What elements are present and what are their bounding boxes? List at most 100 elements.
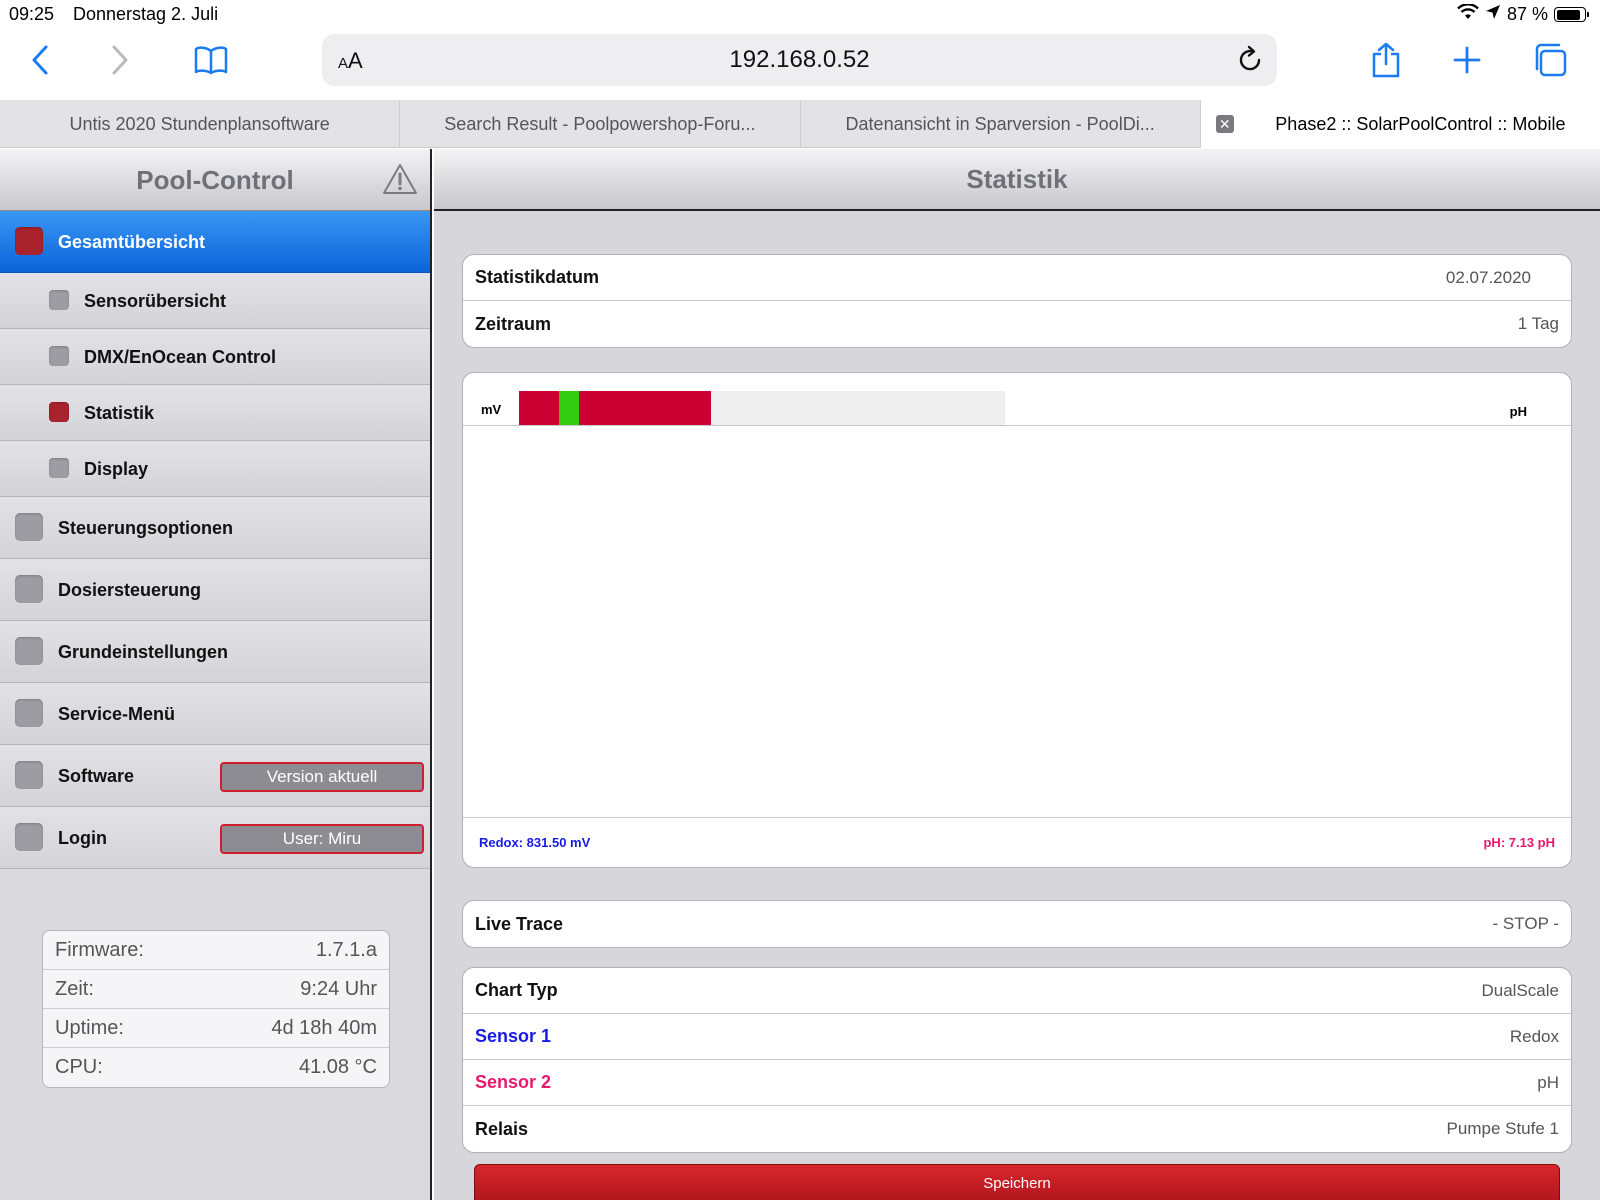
sidebar-item-label: Gesamtübersicht (58, 232, 206, 252)
sidebar-item-steuerungsoptionen[interactable]: Steuerungsoptionen (0, 497, 430, 559)
status-bar: 09:25 Donnerstag 2. Juli 87 % (0, 0, 1600, 28)
status-square-icon (15, 227, 43, 255)
sidebar-item-label: Dosiersteuerung (58, 580, 202, 600)
plus-icon (1453, 46, 1481, 74)
live-trace-group: Live Trace - STOP - (462, 900, 1572, 948)
tab-phase2-label: Phase2 :: SolarPoolControl :: Mobile (1275, 113, 1566, 134)
sidebar-item-dmx-enocean[interactable]: DMX/EnOcean Control (0, 329, 430, 385)
status-square-icon (15, 699, 43, 727)
tab-poolpowershop[interactable]: Search Result - Poolpowershop-Foru... (400, 100, 801, 148)
tab-close-icon[interactable]: ✕ (1215, 115, 1234, 133)
row-live-trace[interactable]: Live Trace - STOP - (463, 901, 1571, 947)
info-row-uptime: Uptime: 4d 18h 40m (43, 1009, 389, 1048)
row-sensor-1[interactable]: Sensor 1 Redox (463, 1014, 1571, 1060)
warning-button[interactable] (382, 163, 418, 195)
info-row-firmware: Firmware: 1.7.1.a (43, 931, 389, 970)
status-square-icon (49, 458, 69, 478)
row-relais[interactable]: Relais Pumpe Stufe 1 (463, 1106, 1571, 1152)
chevron-right-icon (112, 45, 128, 75)
timeline-segment-red (519, 391, 559, 425)
main-panel: Statistik Statistikdatum 02.07.2020 Zeit… (434, 149, 1600, 1200)
status-right: 87 % (1457, 3, 1589, 25)
sidebar-item-label: Display (84, 459, 149, 479)
row-statistikdatum[interactable]: Statistikdatum 02.07.2020 (463, 255, 1571, 301)
chevron-left-icon (32, 45, 48, 75)
page-title: Statistik (966, 164, 1068, 194)
status-square-icon (15, 513, 43, 541)
info-row-cpu: CPU: 41.08 °C (55, 1056, 377, 1078)
save-button[interactable]: Speichern (474, 1164, 1560, 1200)
battery-percent: 87 % (1506, 4, 1548, 24)
new-tab-button[interactable] (1447, 40, 1487, 80)
sidebar-header: Pool-Control (0, 149, 430, 211)
sidebar-item-service-menu[interactable]: Service-Menü (0, 683, 430, 745)
legend-redox: Redox: 831.50 mV (479, 835, 591, 850)
reload-button[interactable] (1235, 45, 1265, 75)
tab-datenansicht[interactable]: Datenansicht in Sparversion - PoolDi... (801, 100, 1201, 148)
book-icon (194, 46, 228, 75)
bookmarks-button[interactable] (191, 40, 231, 80)
reload-icon (1239, 45, 1261, 71)
sidebar-item-label: DMX/EnOcean Control (84, 347, 277, 367)
sidebar-item-gesamtuebersicht[interactable]: Gesamtübersicht (0, 211, 430, 273)
status-square-icon (15, 575, 43, 603)
status-time: 09:25 (9, 4, 55, 24)
status-timeline-bar (519, 391, 1005, 425)
system-info-box: Firmware: 1.7.1.a Zeit: 9:24 Uhr Uptime: 4d… (42, 930, 390, 1088)
chart-plot-area[interactable] (463, 426, 1571, 818)
legend-ph: pH: 7.13 pH (1483, 835, 1555, 850)
sidebar-item-software[interactable]: Software Version aktuell (0, 745, 430, 807)
sidebar-item-label: Grundeinstellungen (58, 642, 229, 662)
tab-overview-button[interactable] (1530, 40, 1570, 80)
sidebar-item-display[interactable]: Display (0, 441, 430, 497)
sidebar-item-label: Software (58, 766, 135, 786)
status-square-icon (49, 290, 69, 310)
battery-icon (1554, 7, 1589, 22)
sidebar-item-sensoruebersicht[interactable]: Sensorübersicht (0, 273, 430, 329)
info-row-zeit: Zeit: 9:24 Uhr (43, 970, 389, 1009)
chart-unit-right: pH (1509, 404, 1527, 419)
address-bar[interactable]: AA 192.168.0.52 (322, 34, 1277, 86)
status-square-icon (15, 637, 43, 665)
sidebar-item-label: Login (58, 828, 107, 848)
main-header: Statistik (434, 149, 1600, 211)
forward-button[interactable] (100, 40, 140, 80)
date-settings-group: Statistikdatum 02.07.2020 Zeitraum 1 Tag (462, 254, 1572, 348)
sidebar-title: Pool-Control (136, 165, 294, 195)
version-status-button[interactable]: Version aktuell (220, 762, 424, 792)
browser-tabs: Untis 2020 Stundenplansoftware Search Re… (0, 100, 1600, 148)
timeline-segment-red (579, 391, 711, 425)
sidebar-item-statistik[interactable]: Statistik (0, 385, 430, 441)
sidebar-item-label: Statistik (84, 403, 155, 423)
tab-phase2[interactable]: ✕ Phase2 :: SolarPoolControl :: Mobile (1200, 100, 1600, 148)
row-sensor-2[interactable]: Sensor 2 pH (463, 1060, 1571, 1106)
row-zeitraum[interactable]: Zeitraum 1 Tag (463, 301, 1571, 347)
status-square-icon (49, 346, 69, 366)
status-date: Donnerstag 2. Juli (73, 4, 219, 24)
status-square-icon (49, 402, 69, 422)
user-button[interactable]: User: Miru (220, 824, 424, 854)
browser-toolbar: AA 192.168.0.52 (0, 28, 1600, 100)
row-chart-typ[interactable]: Chart Typ DualScale (463, 968, 1571, 1014)
share-icon (1372, 42, 1400, 78)
sidebar-item-label: Service-Menü (58, 704, 176, 724)
chart-status-strip: mV pH (463, 373, 1571, 426)
statistics-chart: mV pH Redox: 831.50 mV pH: 7.13 pH (462, 372, 1572, 868)
tab-untis[interactable]: Untis 2020 Stundenplansoftware (0, 100, 401, 148)
location-arrow-icon (1485, 4, 1501, 25)
sidebar-item-grundeinstellungen[interactable]: Grundeinstellungen (0, 621, 430, 683)
wifi-icon (1457, 3, 1479, 25)
timeline-segment-green (559, 391, 579, 425)
chart-unit-left: mV (481, 402, 502, 417)
share-button[interactable] (1366, 40, 1406, 80)
sidebar-item-dosiersteuerung[interactable]: Dosiersteuerung (0, 559, 430, 621)
tabs-icon (1535, 43, 1567, 77)
warning-icon (383, 164, 417, 194)
sidebar-item-login[interactable]: Login User: Miru (0, 807, 430, 869)
sidebar-item-label: Steuerungsoptionen (58, 518, 233, 538)
sidebar: Pool-Control Gesamtübersicht Sensorübers… (0, 149, 432, 1200)
back-button[interactable] (20, 40, 60, 80)
status-square-icon (15, 761, 43, 789)
chart-settings-group: Chart Typ DualScale Sensor 1 Redox Senso… (462, 967, 1572, 1153)
status-square-icon (15, 823, 43, 851)
